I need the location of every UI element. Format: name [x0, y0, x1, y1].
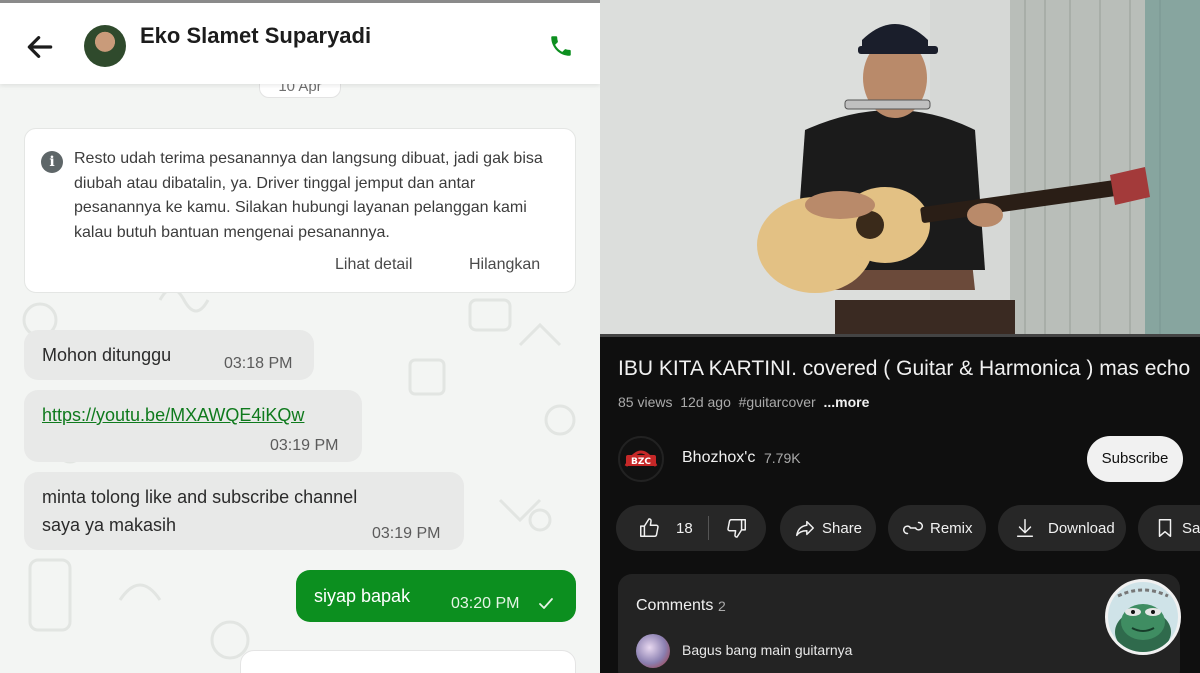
frog-sticker [1105, 579, 1181, 655]
youtube-link[interactable]: https://youtu.be/MXAWQE4iKQw [42, 405, 304, 426]
pill-divider [708, 516, 709, 540]
save-button[interactable]: Save [1138, 505, 1200, 551]
download-icon [1016, 519, 1034, 537]
message-time: 03:19 PM [270, 437, 339, 454]
view-count: 85 views [618, 394, 673, 410]
message-text-line: saya ya makasih [42, 515, 177, 535]
video-progress-bar[interactable] [600, 334, 1200, 337]
commenter-avatar [636, 634, 670, 668]
remix-icon [903, 521, 923, 535]
video-frame-illustration [600, 0, 1200, 337]
share-icon [796, 520, 814, 537]
subscriber-count: 7.79K [764, 450, 801, 466]
back-arrow-icon[interactable] [24, 31, 56, 63]
share-button[interactable]: Share [780, 505, 876, 551]
video-meta[interactable]: 85 views 12d ago #guitarcover ...more [618, 394, 869, 410]
message-time: 03:18 PM [224, 355, 293, 372]
comments-panel[interactable]: Comments 2 Bagus bang main guitarnya [618, 574, 1180, 673]
video-title[interactable]: IBU KITA KARTINI. covered ( Guitar & Har… [618, 357, 1190, 381]
frog-sticker-art [1115, 588, 1171, 652]
like-dislike-pill: 18 [616, 505, 766, 551]
message-text: siyap bapak [314, 586, 411, 606]
download-label: Download [1048, 520, 1115, 537]
thumbs-up-icon[interactable] [638, 517, 660, 539]
message-text: Mohon ditunggu [42, 345, 172, 365]
dismiss-link[interactable]: Hilangkan [469, 256, 540, 274]
comments-count: 2 [718, 598, 726, 614]
message-bubble[interactable] [240, 650, 576, 673]
order-info-card: i Resto udah terima pesanannya dan langs… [24, 128, 576, 293]
phone-call-icon[interactable] [548, 33, 574, 59]
info-icon: i [41, 151, 63, 173]
youtube-screen: IBU KITA KARTINI. covered ( Guitar & Har… [600, 0, 1200, 673]
thumbs-down-icon[interactable] [726, 517, 748, 539]
order-info-text: Resto udah terima pesanannya dan langsun… [74, 150, 543, 241]
hashtag[interactable]: #guitarcover [739, 394, 816, 410]
more-link[interactable]: ...more [823, 394, 869, 410]
comments-title: Comments [636, 597, 714, 614]
save-label: Save [1182, 520, 1200, 537]
outgoing-message-bubble[interactable]: siyap bapak 03:20 PM [296, 570, 576, 622]
remix-button[interactable]: Remix [888, 505, 986, 551]
subscribe-button[interactable]: Subscribe [1087, 436, 1183, 482]
message-text-line: minta tolong like and subscribe channel [42, 487, 358, 507]
bookmark-icon [1158, 519, 1172, 537]
share-label: Share [822, 520, 863, 537]
chat-screen: Eko Slamet Suparyadi 10 Apr i Resto udah… [0, 0, 600, 673]
contact-name[interactable]: Eko Slamet Suparyadi [140, 23, 371, 49]
contact-avatar[interactable] [84, 25, 126, 67]
channel-logo-art: BZC [624, 450, 658, 467]
download-button[interactable]: Download [998, 505, 1126, 551]
video-player[interactable] [600, 0, 1200, 337]
message-bubble[interactable]: https://youtu.be/MXAWQE4iKQw 03:19 PM [24, 390, 362, 462]
message-time: 03:19 PM [372, 525, 441, 542]
top-comment-text: Bagus bang main guitarnya [682, 642, 853, 658]
channel-logo[interactable]: BZC [618, 436, 664, 482]
view-detail-link[interactable]: Lihat detail [335, 256, 412, 274]
chat-header: Eko Slamet Suparyadi [0, 0, 600, 84]
message-bubble[interactable]: minta tolong like and subscribe channel … [24, 472, 464, 550]
like-count: 18 [676, 520, 693, 537]
message-bubble[interactable]: Mohon ditunggu 03:18 PM [24, 330, 314, 380]
channel-logo-text: BZC [631, 457, 651, 467]
channel-name[interactable]: Bhozhox'c [682, 449, 755, 467]
sent-check-icon [539, 598, 553, 609]
message-time: 03:20 PM [451, 595, 520, 612]
upload-age: 12d ago [680, 394, 731, 410]
remix-label: Remix [930, 520, 973, 537]
